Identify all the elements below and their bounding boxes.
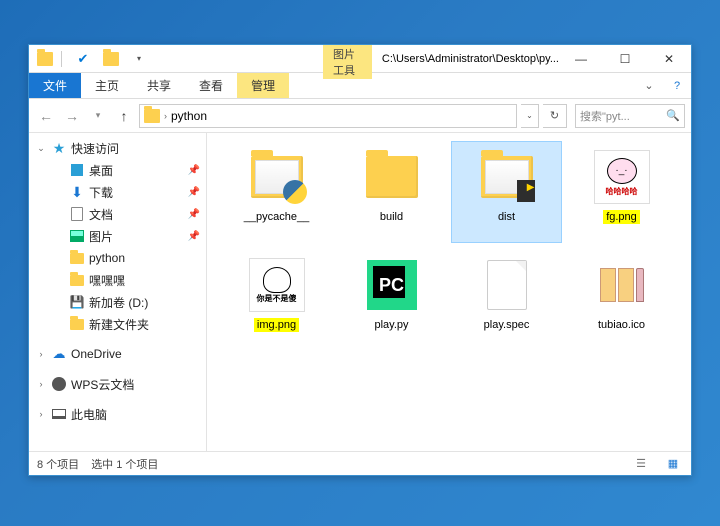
ribbon-collapse-icon[interactable]: ⌄ [635, 73, 663, 98]
explorer-window: ✔ ▾ 图片工具 C:\Users\Administrator\Desktop\… [28, 44, 692, 476]
file-img-png[interactable]: 你是不是傻 img.png [221, 249, 332, 351]
window-title: C:\Users\Administrator\Desktop\py... [372, 45, 559, 72]
tree-heihei[interactable]: 嘿嘿嘿 [29, 269, 206, 291]
expander-icon[interactable]: › [35, 379, 47, 389]
address-folder-icon [144, 109, 160, 123]
breadcrumb-current[interactable]: python [171, 109, 207, 123]
view-tab[interactable]: 查看 [185, 73, 237, 98]
pycharm-icon: PC [367, 260, 417, 310]
folder-pycache[interactable]: __pycache__ [221, 141, 332, 243]
tree-this-pc[interactable]: › 此电脑 [29, 403, 206, 425]
file-icon [487, 260, 527, 310]
tree-downloads[interactable]: ⬇ 下载 📌 [29, 181, 206, 203]
folder-icon[interactable] [33, 48, 57, 70]
tree-python[interactable]: python [29, 247, 206, 269]
selection-count: 选中 1 个项目 [91, 456, 158, 472]
tree-quick-access[interactable]: ⌄ ★ 快速访问 [29, 137, 206, 159]
expander-icon[interactable]: ⌄ [35, 143, 47, 154]
tree-new-folder[interactable]: 新建文件夹 [29, 313, 206, 335]
file-tab[interactable]: 文件 [29, 73, 81, 98]
properties-icon[interactable]: ✔ [71, 48, 95, 70]
qat-separator [61, 51, 67, 67]
ribbon-tabs: 文件 主页 共享 查看 管理 ⌄ ? [29, 73, 691, 99]
search-input[interactable]: 搜索"pyt... 🔍 [575, 104, 685, 128]
pc-icon [51, 406, 67, 422]
up-button[interactable]: ↑ [113, 105, 135, 127]
contextual-tab-label: 图片工具 [323, 45, 372, 72]
back-button[interactable]: ← [35, 105, 57, 127]
body: ⌄ ★ 快速访问 桌面 📌 ⬇ 下载 📌 文档 📌 [29, 133, 691, 451]
tree-desktop[interactable]: 桌面 📌 [29, 159, 206, 181]
pictures-icon [69, 228, 85, 244]
minimize-button[interactable]: — [559, 45, 603, 72]
tree-wps[interactable]: › WPS云文档 [29, 373, 206, 395]
manage-tab[interactable]: 管理 [237, 73, 289, 98]
folder-dist[interactable]: dist [451, 141, 562, 243]
maximize-button[interactable]: ☐ [603, 45, 647, 72]
expander-icon[interactable]: › [35, 349, 47, 359]
pin-icon: 📌 [188, 231, 200, 242]
help-icon[interactable]: ? [663, 73, 691, 98]
document-icon [69, 206, 85, 222]
window-controls: — ☐ ✕ [559, 45, 691, 72]
share-tab[interactable]: 共享 [133, 73, 185, 98]
search-icon: 🔍 [666, 109, 680, 122]
tree-documents[interactable]: 文档 📌 [29, 203, 206, 225]
new-folder-icon[interactable] [99, 48, 123, 70]
quick-access-toolbar: ✔ ▾ [29, 45, 155, 72]
folder-build[interactable]: build [336, 141, 447, 243]
file-list[interactable]: __pycache__ build dist 哈哈哈哈 fg.png 你是不是傻… [207, 133, 691, 451]
pin-icon: 📌 [188, 209, 200, 220]
search-placeholder: 搜索"pyt... [580, 108, 630, 124]
ico-thumbnail [600, 268, 644, 302]
download-icon: ⬇ [69, 184, 85, 200]
address-history-icon[interactable]: ⌄ [521, 104, 539, 128]
desktop-icon [69, 162, 85, 178]
details-view-icon[interactable]: ☰ [631, 456, 651, 472]
star-icon: ★ [51, 140, 67, 156]
tree-onedrive[interactable]: › ☁ OneDrive [29, 343, 206, 365]
qat-customize-icon[interactable]: ▾ [127, 48, 151, 70]
expander-icon[interactable]: › [35, 409, 47, 419]
close-button[interactable]: ✕ [647, 45, 691, 72]
drive-icon: 💾 [69, 294, 85, 310]
disk-icon [517, 180, 535, 202]
address-bar[interactable]: › python [139, 104, 517, 128]
navigation-pane: ⌄ ★ 快速访问 桌面 📌 ⬇ 下载 📌 文档 📌 [29, 133, 207, 451]
recent-locations-icon[interactable]: ▾ [87, 105, 109, 127]
file-fg-png[interactable]: 哈哈哈哈 fg.png [566, 141, 677, 243]
icons-view-icon[interactable]: ▦ [663, 456, 683, 472]
folder-icon [69, 316, 85, 332]
item-count: 8 个项目 [37, 456, 79, 472]
refresh-button[interactable]: ↻ [543, 104, 567, 128]
nav-bar: ← → ▾ ↑ › python ⌄ ↻ 搜索"pyt... 🔍 [29, 99, 691, 133]
title-bar: ✔ ▾ 图片工具 C:\Users\Administrator\Desktop\… [29, 45, 691, 73]
folder-icon [69, 272, 85, 288]
wps-icon [51, 376, 67, 392]
tree-new-volume[interactable]: 💾 新加卷 (D:) [29, 291, 206, 313]
breadcrumb-separator: › [164, 111, 167, 121]
file-tubiao-ico[interactable]: tubiao.ico [566, 249, 677, 351]
pin-icon: 📌 [188, 165, 200, 176]
home-tab[interactable]: 主页 [81, 73, 133, 98]
tree-pictures[interactable]: 图片 📌 [29, 225, 206, 247]
forward-button[interactable]: → [61, 105, 83, 127]
cloud-icon: ☁ [51, 346, 67, 362]
pin-icon: 📌 [188, 187, 200, 198]
python-icon [283, 180, 307, 204]
file-play-spec[interactable]: play.spec [451, 249, 562, 351]
status-bar: 8 个项目 选中 1 个项目 ☰ ▦ [29, 451, 691, 475]
folder-icon [69, 250, 85, 266]
file-play-py[interactable]: PC play.py [336, 249, 447, 351]
